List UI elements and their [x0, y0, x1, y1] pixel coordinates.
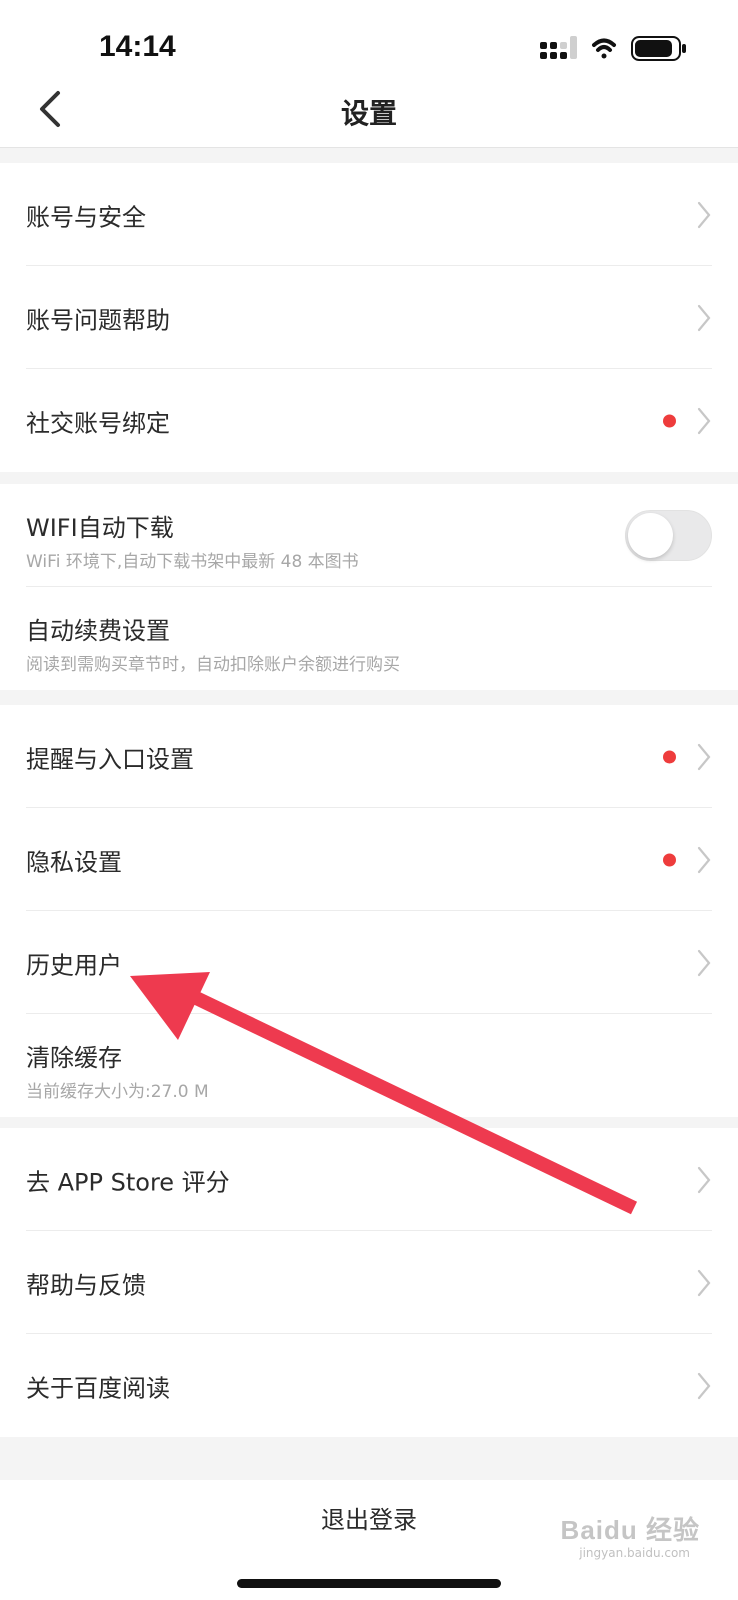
settings-item-help-feedback[interactable]: 帮助与反馈: [0, 1231, 738, 1334]
baidu-jingyan-watermark: Baidu 经验: [560, 1515, 700, 1545]
toggle-knob: [628, 513, 673, 558]
wifi-download-toggle[interactable]: [625, 510, 712, 561]
chevron-right-icon: [697, 407, 711, 434]
chevron-right-icon: [697, 743, 711, 770]
item-label: 账号问题帮助: [26, 306, 170, 334]
settings-group-account: 账号与安全 账号问题帮助 社交账号绑定: [0, 163, 738, 472]
settings-item-account-security[interactable]: 账号与安全: [0, 163, 738, 266]
item-label: 自动续费设置: [26, 617, 170, 645]
chevron-right-icon: [697, 846, 711, 873]
settings-item-auto-renew[interactable]: 自动续费设置 阅读到需购买章节时，自动扣除账户余额进行购买: [0, 587, 738, 690]
chevron-right-icon: [697, 1166, 711, 1193]
wifi-icon: [592, 38, 616, 59]
notification-dot: [663, 414, 676, 427]
item-label: 社交账号绑定: [26, 409, 170, 437]
watermark-url: jingyan.baidu.com: [579, 1546, 690, 1560]
settings-screen: 14:14 设置 账号与安全 账号问题帮助 社交账号绑定 WIFI自动下载 Wi…: [0, 0, 738, 1600]
settings-item-social-binding[interactable]: 社交账号绑定: [0, 369, 738, 472]
battery-icon: [631, 36, 686, 61]
notification-dot: [663, 853, 676, 866]
chevron-right-icon: [697, 1372, 711, 1399]
settings-item-rate-app[interactable]: 去 APP Store 评分: [0, 1128, 738, 1231]
settings-group-about: 去 APP Store 评分 帮助与反馈 关于百度阅读: [0, 1128, 738, 1437]
chevron-right-icon: [697, 1269, 711, 1296]
home-indicator[interactable]: [237, 1579, 501, 1588]
item-label: 隐私设置: [26, 848, 122, 876]
page-title: 设置: [340, 97, 397, 130]
item-label: 清除缓存: [26, 1044, 122, 1072]
chevron-right-icon: [697, 949, 711, 976]
notification-dot: [663, 750, 676, 763]
settings-item-account-help[interactable]: 账号问题帮助: [0, 266, 738, 369]
item-label: 提醒与入口设置: [26, 745, 194, 773]
settings-group-general: 提醒与入口设置 隐私设置 历史用户 清除缓存 当前缓存大小为:27.0 M: [0, 705, 738, 1117]
navigation-bar: 设置: [0, 74, 738, 148]
chevron-right-icon: [697, 304, 711, 331]
settings-item-reminders[interactable]: 提醒与入口设置: [0, 705, 738, 808]
settings-item-privacy[interactable]: 隐私设置: [0, 808, 738, 911]
chevron-right-icon: [697, 201, 711, 228]
item-label: 历史用户: [26, 951, 122, 979]
cache-size-text: 当前缓存大小为:27.0 M: [26, 1082, 209, 1102]
cellular-signal-icon: [540, 36, 577, 59]
item-description: 阅读到需购买章节时，自动扣除账户余额进行购买: [26, 655, 400, 675]
settings-item-about[interactable]: 关于百度阅读: [0, 1334, 738, 1437]
item-label: 关于百度阅读: [26, 1374, 170, 1402]
item-label: 去 APP Store 评分: [26, 1168, 230, 1196]
settings-item-history-users[interactable]: 历史用户: [0, 911, 738, 1014]
item-label: 账号与安全: [26, 203, 146, 231]
settings-item-wifi-download[interactable]: WIFI自动下载 WiFi 环境下,自动下载书架中最新 48 本图书: [0, 484, 738, 587]
item-label: 帮助与反馈: [26, 1271, 146, 1299]
item-label: WIFI自动下载: [26, 514, 174, 542]
status-time: 14:14: [99, 30, 176, 63]
item-description: WiFi 环境下,自动下载书架中最新 48 本图书: [26, 552, 359, 572]
settings-group-download: WIFI自动下载 WiFi 环境下,自动下载书架中最新 48 本图书 自动续费设…: [0, 484, 738, 690]
settings-item-clear-cache[interactable]: 清除缓存 当前缓存大小为:27.0 M: [0, 1014, 738, 1117]
